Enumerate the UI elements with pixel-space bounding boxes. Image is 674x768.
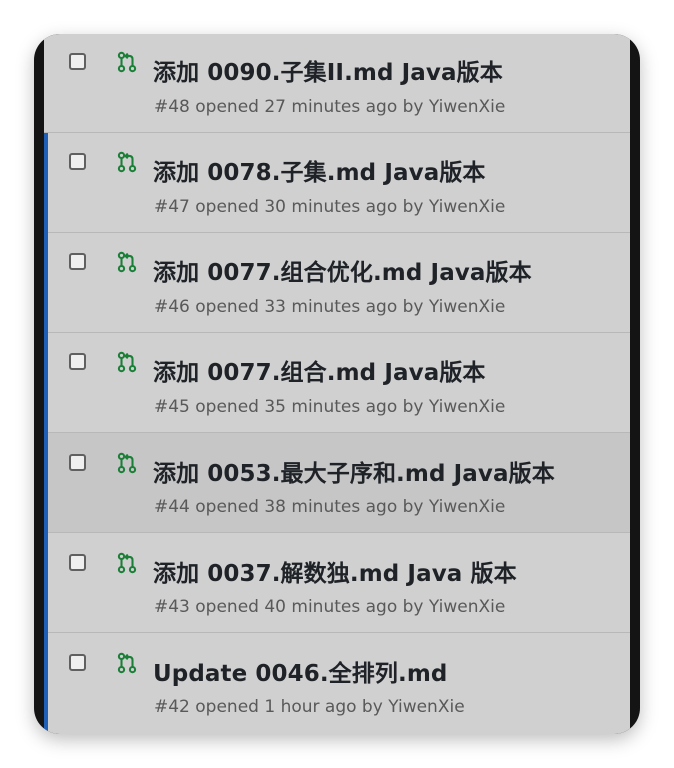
pull-request-open-icon [117,51,137,73]
pull-request-open-icon [117,552,137,574]
pull-request-open-icon [117,151,137,173]
pull-request-meta: #43 opened 40 minutes ago by YiwenXie [154,597,506,617]
pull-request-open-icon [117,251,137,273]
app-window: 添加 0090.子集II.md Java版本 #48 opened 27 min… [34,34,640,734]
select-checkbox[interactable] [69,153,86,170]
pull-request-meta: #44 opened 38 minutes ago by YiwenXie [154,497,506,517]
pull-request-row[interactable]: 添加 0077.组合.md Java版本 #45 opened 35 minut… [44,333,630,433]
pull-request-meta: #47 opened 30 minutes ago by YiwenXie [154,197,506,217]
pull-request-title[interactable]: 添加 0037.解数独.md Java 版本 [153,554,517,588]
pull-request-list: 添加 0090.子集II.md Java版本 #48 opened 27 min… [44,34,630,734]
pull-request-row[interactable]: 添加 0090.子集II.md Java版本 #48 opened 27 min… [44,34,630,133]
pull-request-open-icon [117,351,137,373]
pull-request-row[interactable]: Update 0046.全排列.md #42 opened 1 hour ago… [44,633,630,734]
pull-request-title[interactable]: 添加 0078.子集.md Java版本 [153,153,486,187]
pull-request-title[interactable]: Update 0046.全排列.md [153,654,447,688]
pull-request-open-icon [117,652,137,674]
pull-request-meta: #48 opened 27 minutes ago by YiwenXie [154,97,506,117]
pull-request-title[interactable]: 添加 0077.组合.md Java版本 [153,353,486,387]
pull-request-open-icon [117,452,137,474]
select-checkbox[interactable] [69,353,86,370]
pull-request-row[interactable]: 添加 0037.解数独.md Java 版本 #43 opened 40 min… [44,533,630,633]
pull-request-title[interactable]: 添加 0090.子集II.md Java版本 [153,53,503,87]
pull-request-row[interactable]: 添加 0078.子集.md Java版本 #47 opened 30 minut… [44,133,630,233]
pull-request-meta: #42 opened 1 hour ago by YiwenXie [154,697,465,717]
select-checkbox[interactable] [69,554,86,571]
pull-request-row[interactable]: 添加 0053.最大子序和.md Java版本 #44 opened 38 mi… [44,433,630,533]
pull-request-row[interactable]: 添加 0077.组合优化.md Java版本 #46 opened 33 min… [44,233,630,333]
pull-request-meta: #46 opened 33 minutes ago by YiwenXie [154,297,506,317]
select-checkbox[interactable] [69,654,86,671]
select-checkbox[interactable] [69,253,86,270]
select-checkbox[interactable] [69,454,86,471]
pull-request-meta: #45 opened 35 minutes ago by YiwenXie [154,397,506,417]
pull-request-title[interactable]: 添加 0077.组合优化.md Java版本 [153,253,532,287]
select-checkbox[interactable] [69,53,86,70]
pull-request-title[interactable]: 添加 0053.最大子序和.md Java版本 [153,454,555,488]
